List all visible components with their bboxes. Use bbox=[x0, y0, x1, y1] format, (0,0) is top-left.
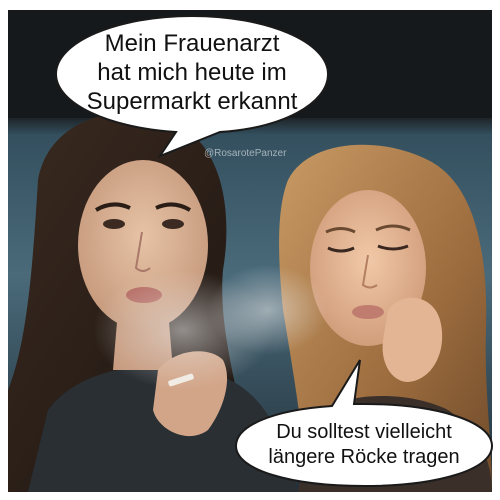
speech-bottom-text: Du solltest vielleicht längere Röcke tra… bbox=[238, 410, 490, 480]
speech-top-line-3: Supermarkt erkannt bbox=[86, 87, 298, 115]
speech-bubble-top: Mein Frauenarzt hat mich heute im Superm… bbox=[52, 12, 332, 159]
speech-top-text: Mein Frauenarzt hat mich heute im Superm… bbox=[62, 22, 322, 122]
speech-bottom-line-2: längere Röcke tragen bbox=[268, 446, 460, 468]
speech-top-line-2: hat mich heute im bbox=[97, 58, 287, 86]
speech-bottom-line-1: Du solltest vielleicht bbox=[276, 421, 452, 443]
watermark-text: @RosarotePanzer bbox=[204, 148, 287, 159]
speech-bubble-bottom: Du solltest vielleicht längere Röcke tra… bbox=[232, 359, 496, 488]
meme-canvas: @RosarotePanzer Mein Frauenarzt hat mich… bbox=[0, 0, 500, 500]
speech-top-line-1: Mein Frauenarzt bbox=[104, 29, 280, 57]
